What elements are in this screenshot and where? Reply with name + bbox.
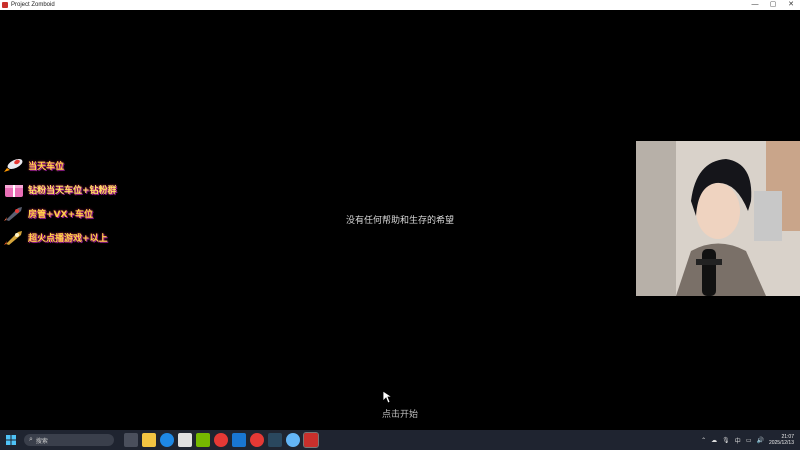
volume-icon[interactable]: 🔊 <box>756 437 763 444</box>
window-titlebar: Project Zomboid — ▢ ✕ <box>0 0 800 10</box>
windows-logo-icon <box>6 435 16 445</box>
edge-icon[interactable] <box>160 433 174 447</box>
microphone-icon[interactable]: 🎙 <box>722 437 730 444</box>
overlay-item-label: 钻粉当天车位+钻粉群 <box>28 185 117 196</box>
cloud-icon[interactable]: ☁ <box>711 437 717 444</box>
system-tray: ⌃ ☁ 🎙 中 ▭ 🔊 21:07 2025/12/13 <box>701 430 800 450</box>
search-icon: ⌕ <box>29 436 33 443</box>
search-placeholder: 搜索 <box>35 438 48 445</box>
store-icon[interactable] <box>178 433 192 447</box>
network-icon[interactable]: ▭ <box>746 437 752 444</box>
ime-indicator[interactable]: 中 <box>735 436 741 445</box>
overlay-item-daily-seat: 当天车位 <box>3 156 64 174</box>
rocket-icon <box>4 159 23 172</box>
steam-icon[interactable] <box>268 433 282 447</box>
nvidia-icon[interactable] <box>196 433 210 447</box>
rocket-icon <box>4 207 22 221</box>
mouse-cursor-icon <box>382 390 394 404</box>
vscode-icon[interactable] <box>232 433 246 447</box>
app-icon[interactable] <box>286 433 300 447</box>
windows-taskbar: ⌕ 搜索 ⌃ ☁ 🎙 中 ▭ 🔊 21:07 2025/12/13 <box>0 430 800 450</box>
task-view-icon[interactable] <box>124 433 138 447</box>
game-canvas[interactable]: 没有任何帮助和生存的希望 点击开始 当天车位 钻粉当天车位+钻粉群 房管+VX+… <box>0 10 800 430</box>
taskbar-search-box[interactable]: ⌕ 搜索 <box>24 434 114 446</box>
webcam-feed <box>636 141 800 296</box>
maximize-button[interactable]: ▢ <box>764 0 782 10</box>
netease-icon[interactable] <box>250 433 264 447</box>
overlay-item-admin-seat: 房管+VX+车位 <box>3 204 93 222</box>
webcam-image <box>636 141 800 296</box>
overlay-item-label: 当天车位 <box>28 161 65 172</box>
window-controls: — ▢ ✕ <box>746 0 800 10</box>
overlay-item-label: 超火点播游戏+以上 <box>28 233 108 244</box>
rocket-icon <box>4 231 22 245</box>
overlay-item-fan-seat: 钻粉当天车位+钻粉群 <box>3 180 117 198</box>
project-zomboid-icon[interactable] <box>303 432 319 448</box>
chevron-up-icon[interactable]: ⌃ <box>701 437 706 444</box>
clock-date: 2025/12/13 <box>768 440 794 446</box>
click-to-start-prompt[interactable]: 点击开始 <box>0 407 800 420</box>
minimize-button[interactable]: — <box>746 0 764 10</box>
overlay-item-game-request: 超火点播游戏+以上 <box>3 228 108 246</box>
file-explorer-icon[interactable] <box>142 433 156 447</box>
chrome-icon[interactable] <box>214 433 228 447</box>
overlay-item-label: 房管+VX+车位 <box>28 209 93 220</box>
gift-box-icon <box>5 185 23 197</box>
start-button[interactable] <box>4 433 18 447</box>
app-logo-icon <box>2 2 8 8</box>
window-title: Project Zomboid <box>11 2 55 8</box>
clock[interactable]: 21:07 2025/12/13 <box>769 434 794 446</box>
close-button[interactable]: ✕ <box>782 0 800 10</box>
